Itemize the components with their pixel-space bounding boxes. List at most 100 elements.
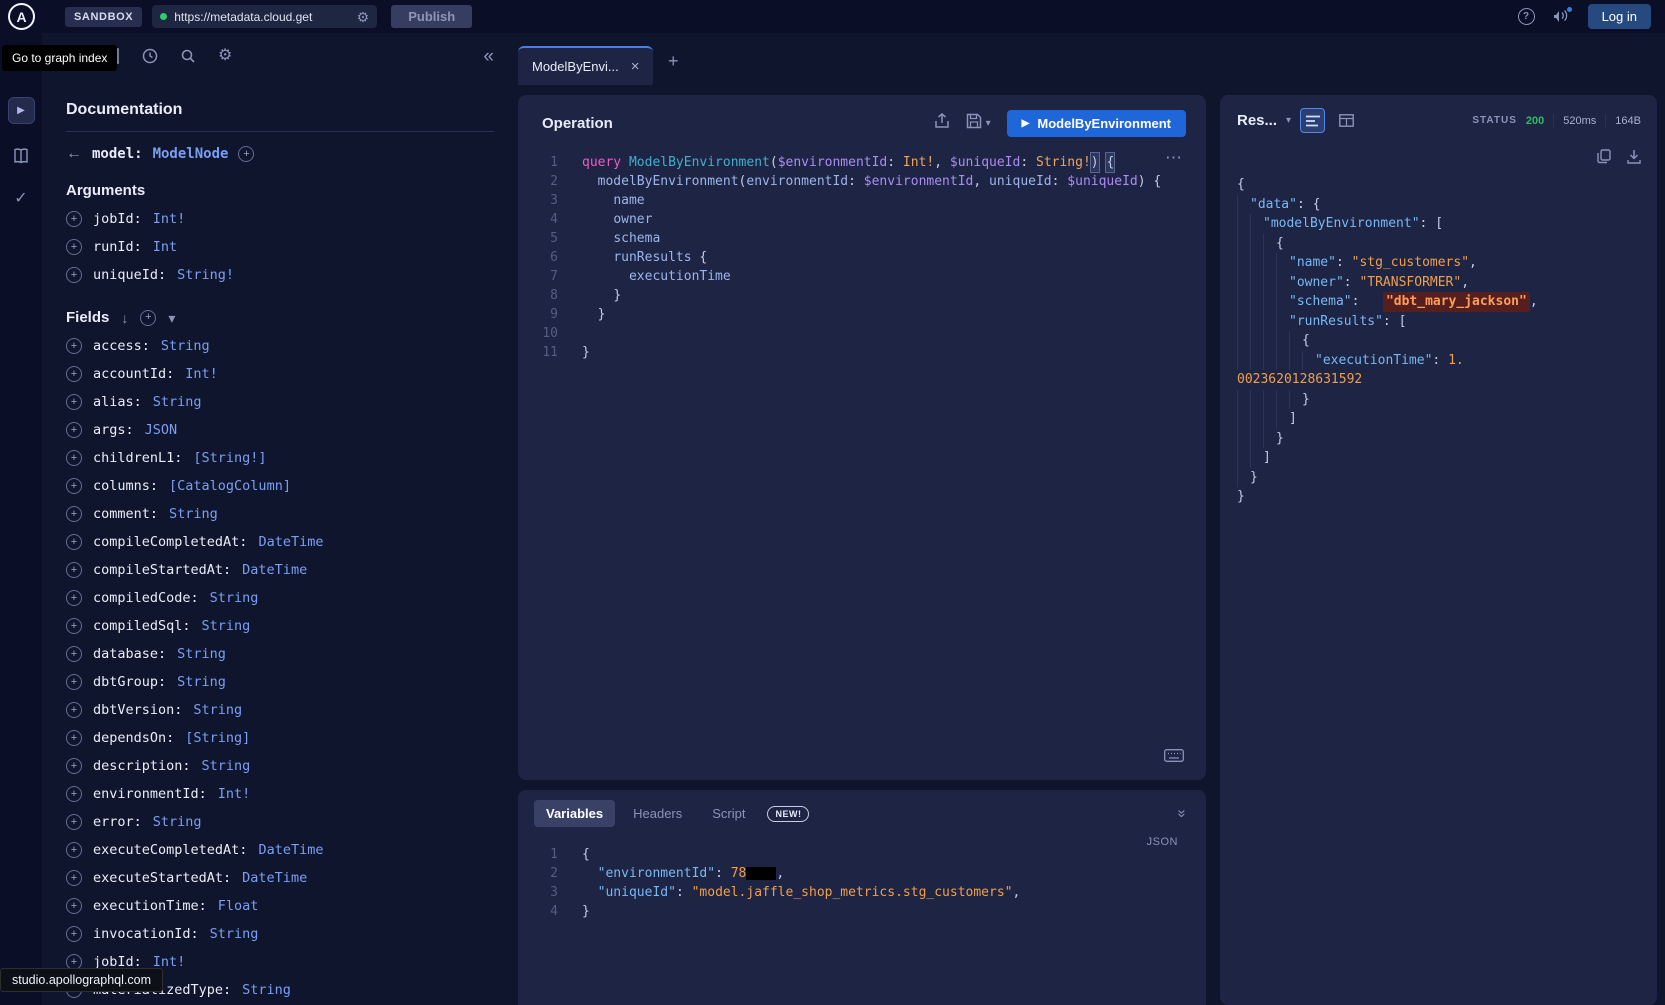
- search-icon[interactable]: [180, 48, 196, 64]
- variables-editor[interactable]: 1{2 "environmentId": 78,3 "uniqueId": "m…: [518, 845, 1206, 921]
- help-icon[interactable]: ?: [1518, 8, 1535, 25]
- collapse-panel-icon[interactable]: «: [483, 47, 494, 66]
- code-line[interactable]: }: [1237, 429, 1641, 449]
- copy-response-icon[interactable]: [1597, 149, 1611, 168]
- schema-book-icon[interactable]: [12, 148, 30, 164]
- code-line[interactable]: 2 "environmentId": 78,: [518, 864, 1206, 883]
- code-line[interactable]: 1{: [518, 845, 1206, 864]
- code-line[interactable]: 0023620128631592: [1237, 370, 1641, 390]
- back-arrow-icon[interactable]: ←: [66, 145, 82, 163]
- add-all-fields-icon[interactable]: +: [140, 310, 156, 326]
- field-type[interactable]: JSON: [145, 422, 178, 438]
- add-field-icon[interactable]: +: [66, 646, 82, 662]
- add-field-icon[interactable]: +: [66, 730, 82, 746]
- code-line[interactable]: }: [1237, 390, 1641, 410]
- field-type[interactable]: DateTime: [242, 870, 307, 886]
- add-field-icon[interactable]: +: [66, 562, 82, 578]
- field-name[interactable]: invocationId:: [93, 926, 199, 942]
- field-type[interactable]: String: [177, 646, 226, 662]
- graph-url-input[interactable]: https://metadata.cloud.get ⚙: [152, 5, 377, 28]
- add-field-icon[interactable]: +: [66, 870, 82, 886]
- field-type[interactable]: Int!: [153, 211, 186, 227]
- download-response-icon[interactable]: [1627, 149, 1641, 168]
- field-name[interactable]: compiledSql:: [93, 618, 191, 634]
- field-name[interactable]: executeStartedAt:: [93, 870, 231, 886]
- code-line[interactable]: {: [1237, 234, 1641, 254]
- field-name[interactable]: database:: [93, 646, 166, 662]
- settings-gear-icon[interactable]: ⚙: [218, 48, 232, 64]
- code-line[interactable]: "owner": "TRANSFORMER",: [1237, 273, 1641, 293]
- add-field-icon[interactable]: +: [66, 338, 82, 354]
- code-line[interactable]: 3 name: [518, 191, 1206, 210]
- field-type[interactable]: String: [210, 590, 259, 606]
- field-name[interactable]: executeCompletedAt:: [93, 842, 247, 858]
- table-view-icon[interactable]: [1334, 108, 1359, 133]
- code-line[interactable]: 5 schema: [518, 229, 1206, 248]
- code-line[interactable]: ]: [1237, 409, 1641, 429]
- field-type[interactable]: Int!: [218, 786, 251, 802]
- field-name[interactable]: executionTime:: [93, 898, 207, 914]
- checks-nav-icon[interactable]: ✓: [14, 188, 27, 208]
- code-line[interactable]: 3 "uniqueId": "model.jaffle_shop_metrics…: [518, 883, 1206, 902]
- add-field-icon[interactable]: +: [66, 814, 82, 830]
- field-name[interactable]: dbtVersion:: [93, 702, 182, 718]
- field-name[interactable]: accountId:: [93, 366, 174, 382]
- field-name[interactable]: access:: [93, 338, 150, 354]
- tree-view-icon[interactable]: [1300, 108, 1325, 133]
- add-field-icon[interactable]: +: [66, 211, 82, 227]
- field-name[interactable]: description:: [93, 758, 191, 774]
- code-line[interactable]: 1query ModelByEnvironment($environmentId…: [518, 153, 1206, 172]
- add-field-icon[interactable]: +: [66, 422, 82, 438]
- code-line[interactable]: ]: [1237, 448, 1641, 468]
- breadcrumb-type[interactable]: ModelNode: [153, 146, 229, 162]
- field-type[interactable]: String!: [177, 267, 234, 283]
- field-type[interactable]: [CatalogColumn]: [169, 478, 291, 494]
- tab-script[interactable]: Script: [700, 800, 757, 827]
- code-line[interactable]: "modelByEnvironment": [: [1237, 214, 1641, 234]
- code-line[interactable]: 7 executionTime: [518, 267, 1206, 286]
- code-line[interactable]: 10: [518, 324, 1206, 343]
- field-type[interactable]: String: [202, 758, 251, 774]
- field-type[interactable]: String: [161, 338, 210, 354]
- field-name[interactable]: args:: [93, 422, 134, 438]
- field-type[interactable]: [String!]: [193, 450, 266, 466]
- add-type-icon[interactable]: +: [238, 146, 254, 162]
- add-field-icon[interactable]: +: [66, 239, 82, 255]
- field-name[interactable]: columns:: [93, 478, 158, 494]
- code-line[interactable]: "runResults": [: [1237, 312, 1641, 332]
- operation-more-icon[interactable]: ⋯: [1165, 149, 1182, 166]
- share-icon[interactable]: [934, 113, 950, 134]
- field-name[interactable]: jobId:: [93, 211, 142, 227]
- add-field-icon[interactable]: +: [66, 842, 82, 858]
- add-field-icon[interactable]: +: [66, 394, 82, 410]
- save-icon[interactable]: [966, 113, 982, 134]
- code-line[interactable]: {: [1237, 331, 1641, 351]
- add-field-icon[interactable]: +: [66, 618, 82, 634]
- code-line[interactable]: 6 runResults {: [518, 248, 1206, 267]
- code-line[interactable]: 11}: [518, 343, 1206, 362]
- field-name[interactable]: dbtGroup:: [93, 674, 166, 690]
- field-type[interactable]: Int: [153, 239, 177, 255]
- field-name[interactable]: environmentId:: [93, 786, 207, 802]
- field-name[interactable]: uniqueId:: [93, 267, 166, 283]
- close-tab-icon[interactable]: ×: [631, 59, 640, 74]
- add-field-icon[interactable]: +: [66, 478, 82, 494]
- code-line[interactable]: 2 modelByEnvironment(environmentId: $env…: [518, 172, 1206, 191]
- field-type[interactable]: Float: [218, 898, 259, 914]
- code-line[interactable]: "data": {: [1237, 195, 1641, 215]
- field-type[interactable]: String: [210, 926, 259, 942]
- add-field-icon[interactable]: +: [66, 786, 82, 802]
- field-name[interactable]: alias:: [93, 394, 142, 410]
- field-type[interactable]: [String]: [185, 730, 250, 746]
- add-field-icon[interactable]: +: [66, 674, 82, 690]
- collapse-variables-icon[interactable]: »: [1174, 809, 1189, 817]
- field-name[interactable]: childrenL1:: [93, 450, 182, 466]
- field-type[interactable]: String: [242, 982, 291, 998]
- announcements-megaphone-icon[interactable]: [1553, 9, 1570, 24]
- code-line[interactable]: "schema": "dbt_mary_jackson",: [1237, 292, 1641, 312]
- code-line[interactable]: "name": "stg_customers",: [1237, 253, 1641, 273]
- tab-variables[interactable]: Variables: [534, 800, 615, 827]
- code-line[interactable]: 4}: [518, 902, 1206, 921]
- add-field-icon[interactable]: +: [66, 758, 82, 774]
- save-chevron-icon[interactable]: ▾: [986, 119, 991, 129]
